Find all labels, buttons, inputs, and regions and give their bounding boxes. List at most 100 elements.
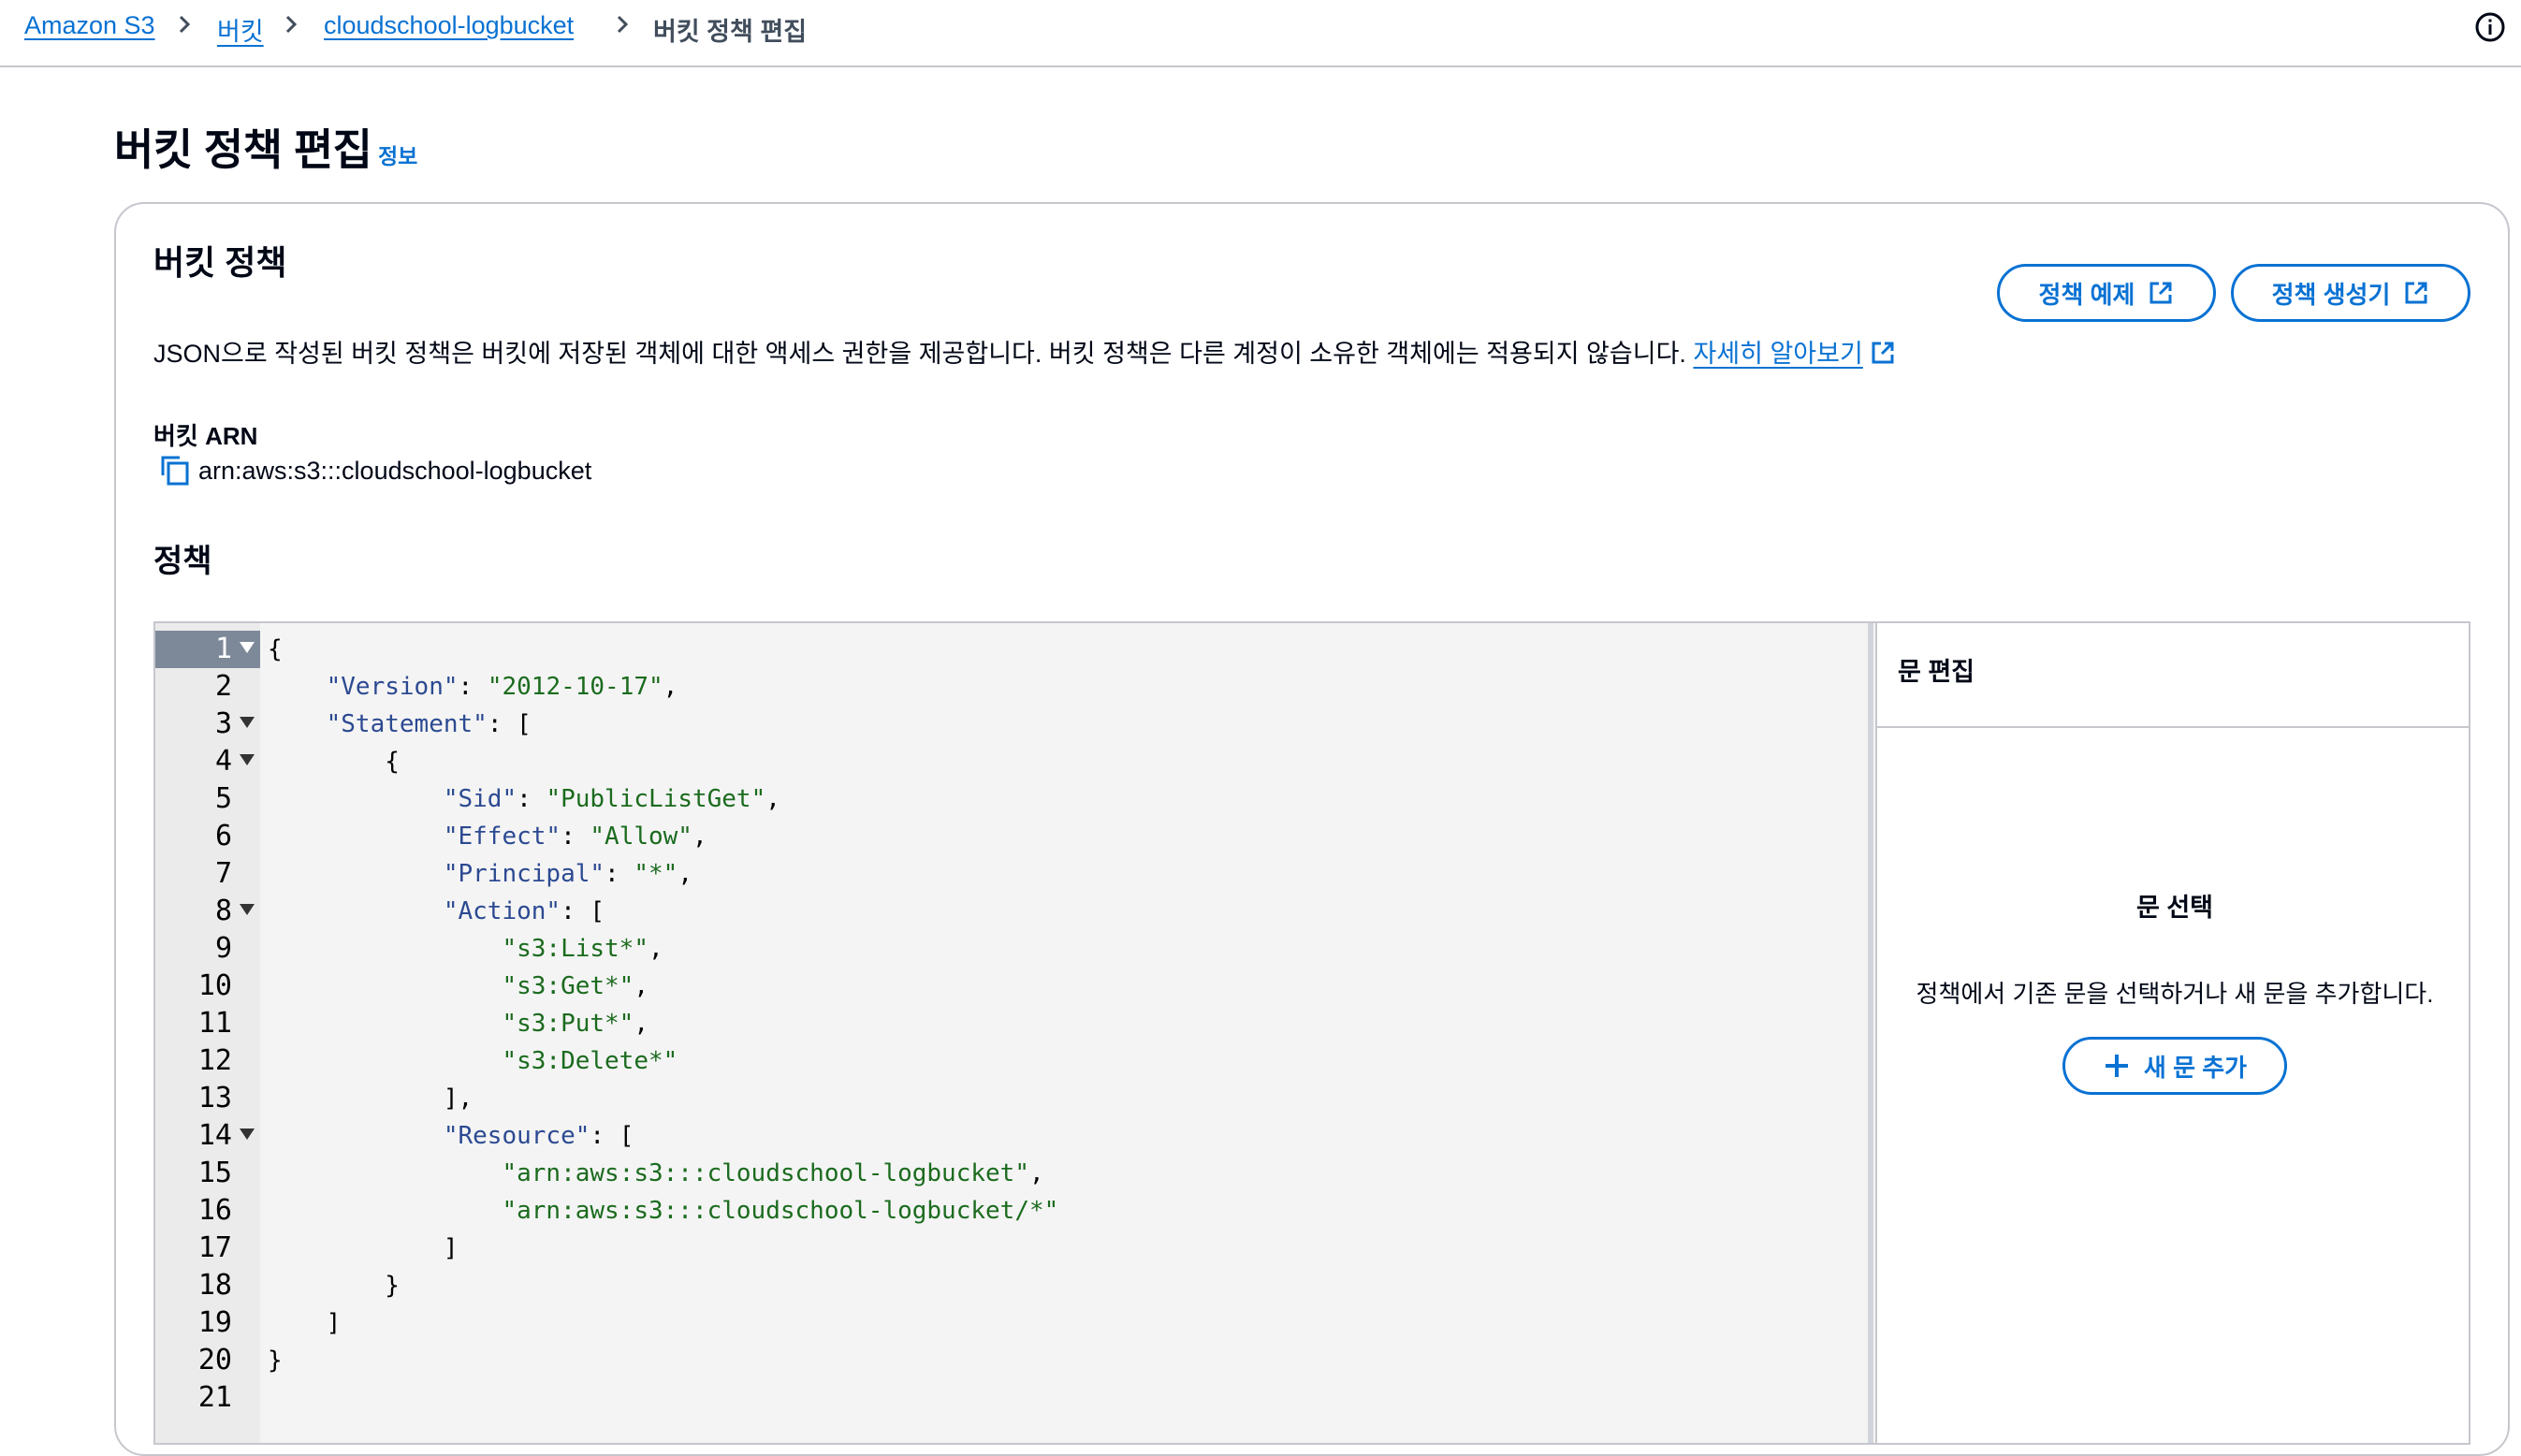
code-line: "Version": "2012-10-17", bbox=[326, 673, 678, 701]
policy-examples-button[interactable]: 정책 예제 bbox=[1997, 264, 2216, 322]
learn-more-link[interactable]: 자세히 알아보기 bbox=[1693, 340, 1862, 368]
json-string: "s3:Put*" bbox=[502, 1010, 634, 1038]
line-number-text: 11 bbox=[197, 1007, 232, 1040]
statement-edit-panel: 문 편집 문 선택 정책에서 기존 문을 선택하거나 새 문을 추가합니다. 새… bbox=[1875, 623, 2469, 1443]
line-number-text: 15 bbox=[197, 1157, 232, 1189]
select-statement-description: 정책에서 기존 문을 선택하거나 새 문을 추가합니다. bbox=[1916, 980, 2434, 1008]
page-title: 버킷 정책 편집 bbox=[114, 125, 372, 174]
line-number-text: 5 bbox=[214, 782, 232, 815]
json-key: "Version" bbox=[326, 673, 459, 701]
line-number-text: 2 bbox=[214, 670, 232, 703]
code-line: ] bbox=[268, 1234, 459, 1262]
code-line: { bbox=[268, 748, 400, 776]
line-number-text: 18 bbox=[197, 1269, 232, 1302]
copy-icon[interactable] bbox=[159, 455, 191, 487]
line-number-text: 3 bbox=[214, 707, 232, 740]
line-number-text: 8 bbox=[214, 895, 232, 927]
json-key: "Statement" bbox=[326, 710, 488, 738]
line-number: 20 bbox=[155, 1342, 260, 1379]
code-line: "Principal": "*", bbox=[443, 860, 692, 888]
external-link-icon[interactable] bbox=[1870, 340, 1896, 366]
line-number-text: 7 bbox=[214, 857, 232, 890]
json-string: "s3:List*" bbox=[502, 935, 648, 963]
line-number-text: 19 bbox=[197, 1306, 232, 1339]
json-key: "Sid" bbox=[443, 785, 517, 813]
line-number: 9 bbox=[155, 930, 260, 968]
line-number-gutter: 1 2 3 4 5 6 7 8 9 10 11 12 13 14 15 16 17 18 19 20 21 bbox=[155, 623, 260, 1443]
line-number-text: 4 bbox=[214, 745, 232, 778]
line-number: 11 bbox=[155, 1005, 260, 1042]
line-number: 1 bbox=[155, 631, 260, 668]
code-line: } bbox=[268, 1347, 283, 1375]
line-number: 16 bbox=[155, 1192, 260, 1230]
code-line: "s3:Delete*" bbox=[268, 1042, 678, 1080]
code-line: } bbox=[268, 1272, 400, 1300]
chevron-right-icon bbox=[616, 11, 629, 37]
line-number: 10 bbox=[155, 968, 260, 1005]
fold-arrow-icon[interactable] bbox=[240, 904, 255, 915]
line-number: 5 bbox=[155, 780, 260, 818]
line-number-text: 9 bbox=[214, 932, 232, 965]
code-line: "s3:Get*", bbox=[502, 972, 648, 1000]
line-number: 19 bbox=[155, 1304, 260, 1342]
breadcrumb-current: 버킷 정책 편집 bbox=[653, 18, 808, 46]
policy-generator-button[interactable]: 정책 생성기 bbox=[2231, 264, 2470, 322]
line-number-text: 6 bbox=[214, 820, 232, 852]
json-string: "*" bbox=[634, 860, 678, 888]
fold-arrow-icon[interactable] bbox=[240, 1128, 255, 1140]
learn-more-label: 자세히 알아보기 bbox=[1693, 340, 1863, 368]
code-line: "Resource": [ bbox=[443, 1122, 634, 1150]
line-number-text: 12 bbox=[197, 1044, 232, 1077]
policy-generator-label: 정책 생성기 bbox=[2271, 280, 2391, 309]
breadcrumb-bucket-name[interactable]: cloudschool-logbucket bbox=[324, 11, 574, 40]
fold-arrow-icon[interactable] bbox=[240, 754, 255, 765]
line-number: 7 bbox=[155, 855, 260, 893]
line-number-text: 17 bbox=[197, 1231, 232, 1264]
breadcrumb-buckets[interactable]: 버킷 bbox=[217, 11, 264, 48]
page-info-link[interactable]: 정보 bbox=[378, 138, 417, 170]
code-line: ] bbox=[268, 1309, 342, 1337]
line-number: 2 bbox=[155, 668, 260, 706]
json-string: "PublicListGet" bbox=[546, 785, 766, 813]
bucket-arn-value: arn:aws:s3:::cloudschool-logbucket bbox=[198, 456, 592, 485]
code-line: "Statement": [ bbox=[326, 710, 532, 738]
code-line: "Effect": "Allow", bbox=[443, 823, 707, 851]
statement-panel-header: 문 편집 bbox=[1877, 623, 2469, 728]
line-number: 15 bbox=[155, 1155, 260, 1192]
json-string: "s3:Delete*" bbox=[502, 1047, 678, 1075]
code-line: "Action": [ bbox=[443, 897, 605, 925]
line-number-text: 1 bbox=[214, 633, 232, 665]
panel-resize-handle[interactable] bbox=[1868, 623, 1873, 1443]
json-key: "Resource" bbox=[443, 1122, 590, 1150]
code-line: ], bbox=[268, 1085, 474, 1113]
json-string: "2012-10-17" bbox=[487, 673, 663, 701]
bucket-policy-description: JSON으로 작성된 버킷 정책은 버킷에 저장된 객체에 대한 액세스 권한을… bbox=[153, 333, 1896, 370]
breadcrumb-amazon-s3[interactable]: Amazon S3 bbox=[24, 11, 155, 40]
code-line: "s3:List*", bbox=[502, 935, 663, 963]
code-line: "Sid": "PublicListGet", bbox=[443, 785, 780, 813]
select-statement-title: 문 선택 bbox=[2135, 894, 2214, 922]
add-new-statement-button[interactable]: 새 문 추가 bbox=[2062, 1037, 2287, 1095]
line-number: 4 bbox=[155, 743, 260, 780]
json-key: "Action" bbox=[443, 897, 561, 925]
line-number: 21 bbox=[155, 1379, 260, 1417]
policy-examples-label: 정책 예제 bbox=[2038, 280, 2135, 309]
line-number: 13 bbox=[155, 1080, 260, 1117]
plus-icon bbox=[2103, 1052, 2131, 1080]
line-number: 3 bbox=[155, 706, 260, 743]
json-string: "Allow" bbox=[590, 823, 692, 851]
code-line: { bbox=[268, 635, 283, 663]
external-link-icon bbox=[2403, 280, 2429, 306]
fold-arrow-icon[interactable] bbox=[240, 717, 255, 728]
line-number: 8 bbox=[155, 893, 260, 930]
line-number: 17 bbox=[155, 1230, 260, 1267]
breadcrumb-bar: Amazon S3 버킷 cloudschool-logbucket 버킷 정책… bbox=[0, 0, 2521, 67]
code-text-area[interactable]: { "Version": "2012-10-17", "Statement": … bbox=[260, 623, 2023, 1443]
json-key: "Effect" bbox=[443, 823, 561, 851]
description-text: JSON으로 작성된 버킷 정책은 버킷에 저장된 객체에 대한 액세스 권한을… bbox=[153, 340, 1686, 368]
fold-arrow-icon[interactable] bbox=[240, 642, 255, 653]
line-number-text: 21 bbox=[197, 1381, 232, 1414]
add-new-statement-label: 새 문 추가 bbox=[2143, 1053, 2248, 1082]
info-icon[interactable] bbox=[2474, 11, 2506, 43]
chevron-right-icon bbox=[284, 11, 298, 37]
